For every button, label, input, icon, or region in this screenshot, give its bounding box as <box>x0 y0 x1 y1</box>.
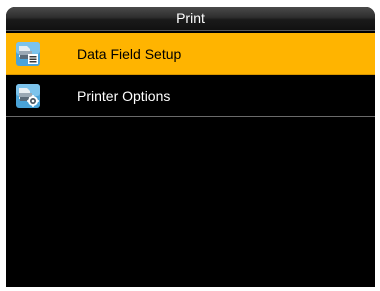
menu-item-label: Printer Options <box>77 88 171 104</box>
menu-item-data-field-setup[interactable]: Data Field Setup <box>6 33 375 75</box>
printer-options-icon <box>16 84 40 108</box>
print-menu: Data Field Setup Printer Options <box>6 33 375 117</box>
menu-item-printer-options[interactable]: Printer Options <box>6 75 375 117</box>
data-field-setup-icon <box>16 42 40 66</box>
page-title: Print <box>176 10 205 26</box>
menu-item-label: Data Field Setup <box>77 46 182 62</box>
title-bar: Print <box>6 7 375 31</box>
device-screen: Print Data Field Setup Printer Options <box>6 7 375 287</box>
